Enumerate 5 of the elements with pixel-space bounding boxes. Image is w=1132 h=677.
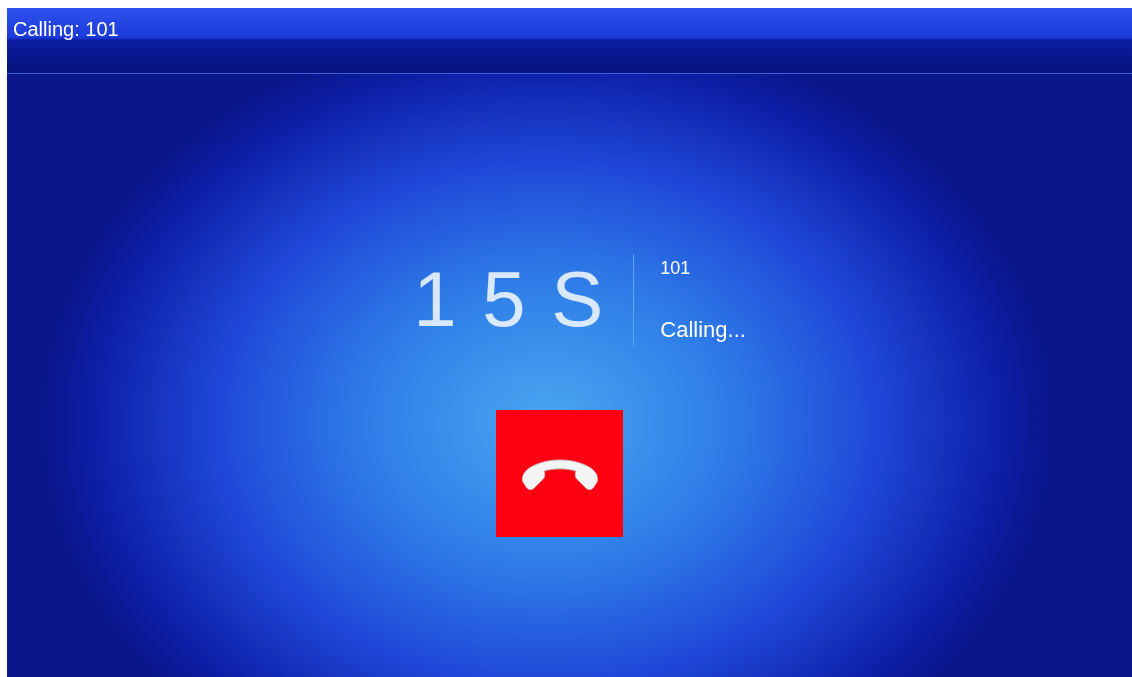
title-text: Calling: 101 [13,18,119,40]
hang-up-button[interactable] [496,410,623,537]
call-timer: 1 5 S [413,254,606,344]
caller-number: 101 [660,258,692,279]
call-status: Calling... [660,317,746,343]
